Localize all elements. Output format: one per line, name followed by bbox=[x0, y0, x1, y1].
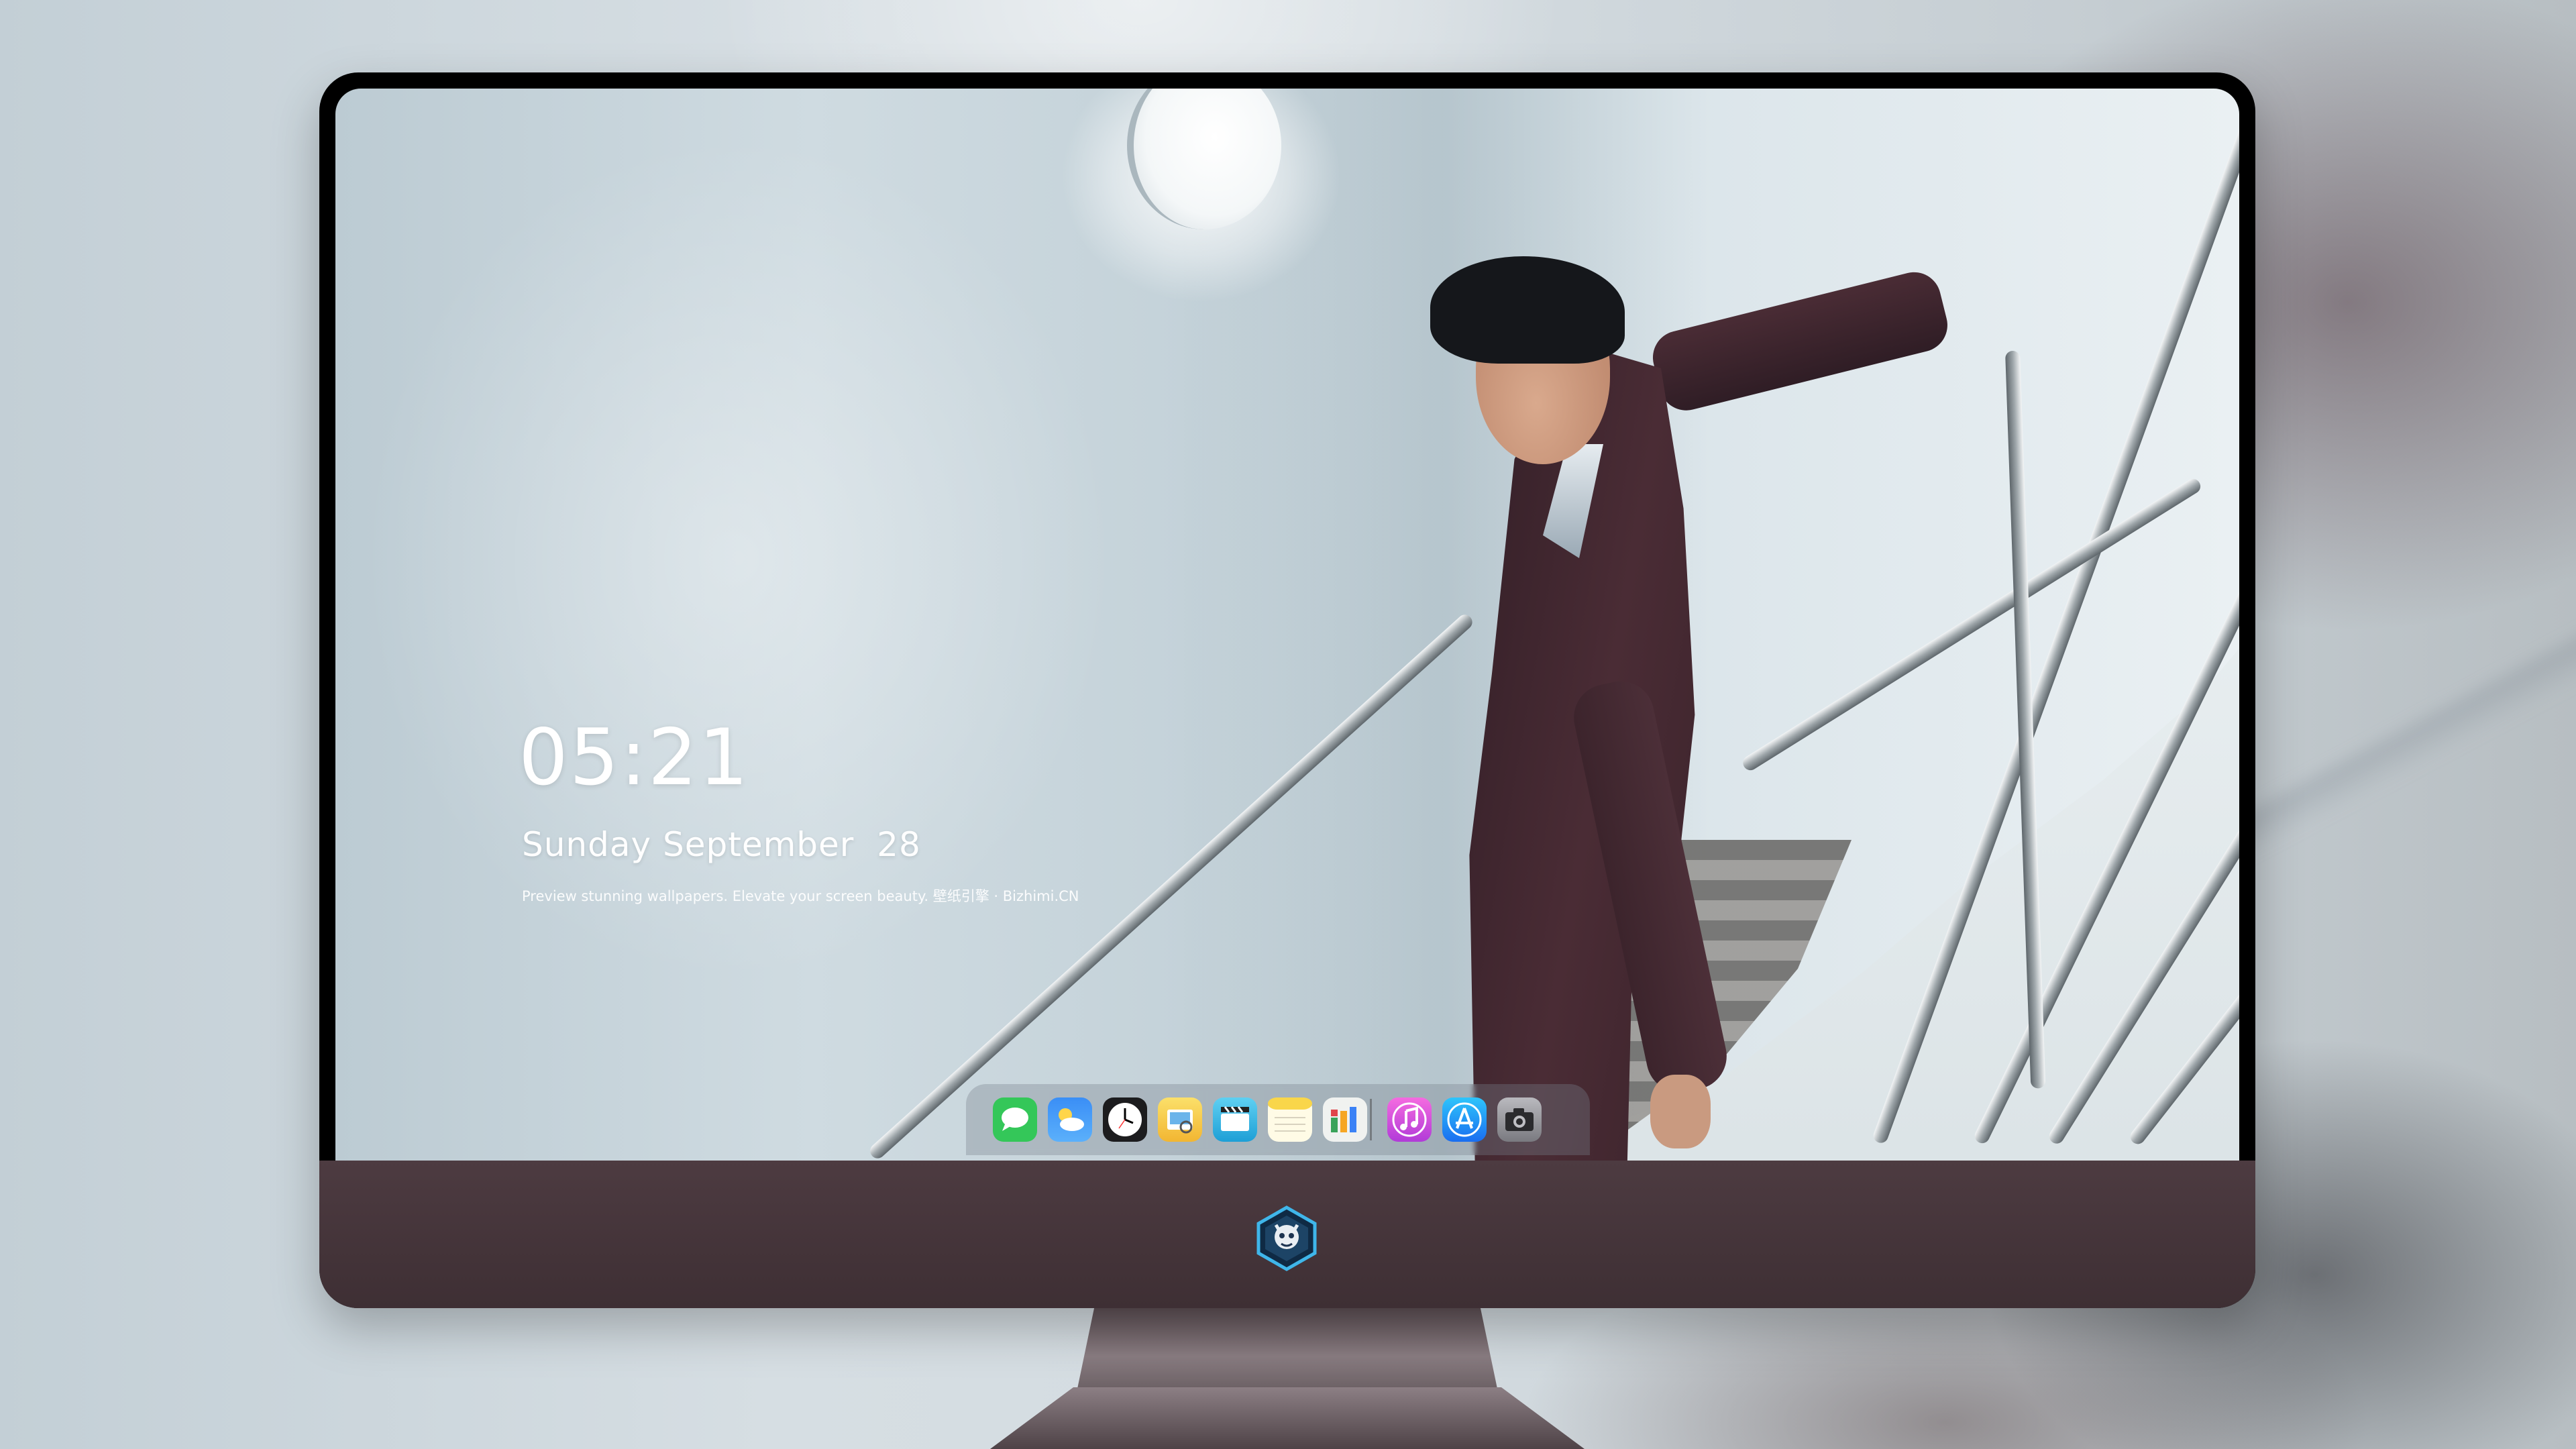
dock-item-weather[interactable] bbox=[1048, 1097, 1092, 1142]
app-store-icon bbox=[1447, 1102, 1482, 1137]
music-icon bbox=[1392, 1102, 1427, 1137]
dock-item-app-store[interactable] bbox=[1442, 1097, 1487, 1142]
monitor-stand-neck bbox=[1077, 1308, 1497, 1389]
dock-separator bbox=[1370, 1099, 1372, 1140]
dock-item-itunes[interactable] bbox=[1387, 1097, 1432, 1142]
dock-item-messages[interactable] bbox=[993, 1097, 1037, 1142]
dock bbox=[966, 1084, 1590, 1155]
monitor-stand-base bbox=[990, 1387, 1585, 1449]
notes-icon bbox=[1268, 1097, 1312, 1132]
camera-icon bbox=[1505, 1108, 1534, 1131]
preview-icon bbox=[1167, 1110, 1193, 1134]
dock-item-numbers[interactable] bbox=[1323, 1097, 1367, 1142]
numbers-icon bbox=[1331, 1107, 1356, 1132]
clips-icon bbox=[1221, 1106, 1249, 1131]
dock-item-clock[interactable] bbox=[1103, 1097, 1147, 1142]
dock-item-notes[interactable] bbox=[1268, 1097, 1312, 1142]
clock-icon bbox=[1108, 1103, 1142, 1136]
dock-item-preview[interactable] bbox=[1158, 1097, 1202, 1142]
desktop-screen: 05:21 Sunday September 28 Preview stunni… bbox=[335, 89, 2239, 1161]
lock-screen-time: 05:21 bbox=[519, 712, 750, 803]
messages-icon bbox=[1002, 1108, 1028, 1131]
lock-screen-tagline: Preview stunning wallpapers. Elevate you… bbox=[522, 888, 1079, 904]
dock-item-camera[interactable] bbox=[1497, 1097, 1542, 1142]
lock-screen-date: Sunday September 28 bbox=[522, 825, 921, 864]
wallpaper-person-hand bbox=[1650, 1075, 1711, 1148]
weather-icon bbox=[1059, 1108, 1084, 1131]
monitor: 05:21 Sunday September 28 Preview stunni… bbox=[319, 72, 2255, 1308]
wallpaper-person-hair bbox=[1430, 256, 1625, 364]
wallpaper-engine-logo bbox=[1256, 1205, 1317, 1271]
dock-item-clips[interactable] bbox=[1213, 1097, 1257, 1142]
wallpaper-handrail bbox=[1740, 476, 2204, 773]
